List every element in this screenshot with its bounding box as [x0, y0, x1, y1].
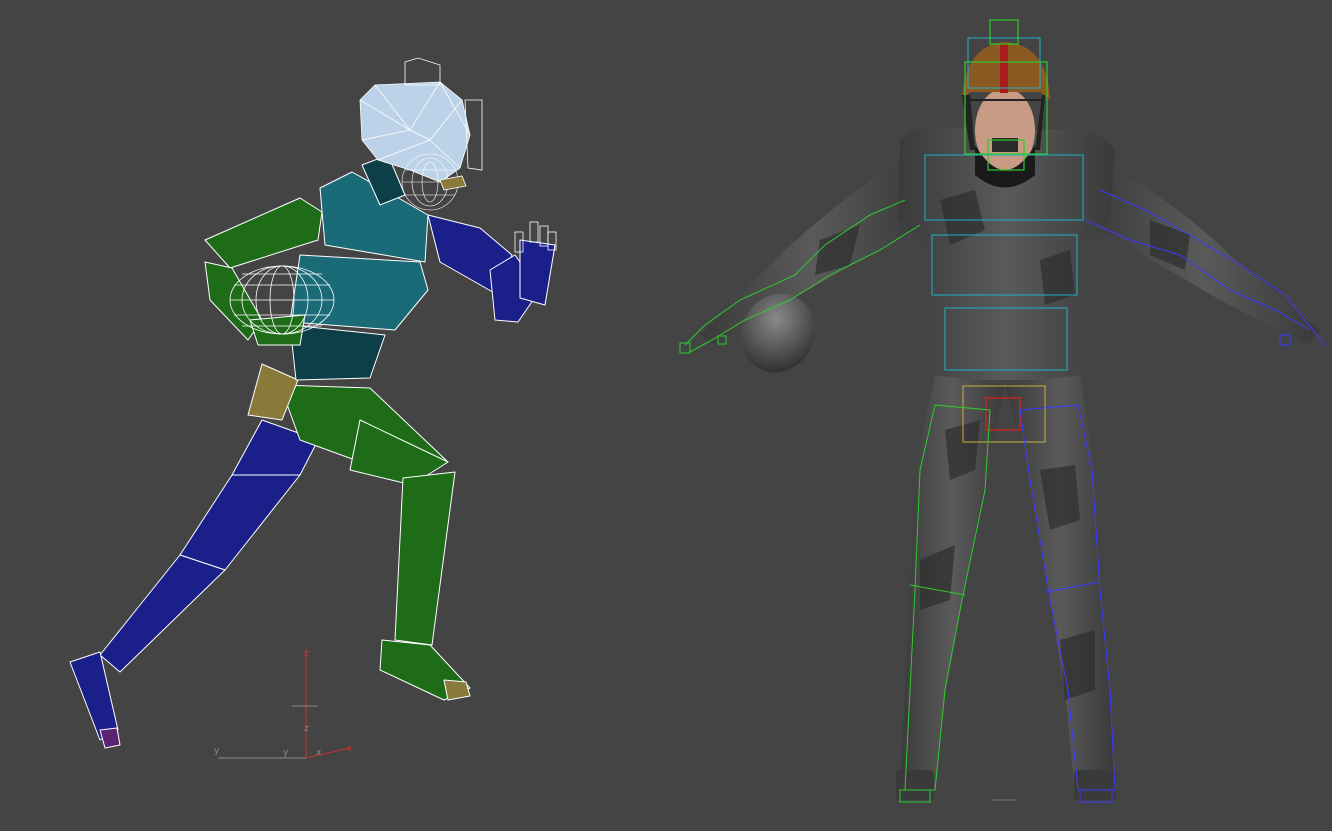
3d-viewport[interactable]: z z y y x x — [0, 0, 1332, 831]
helmet-stripe — [1000, 43, 1008, 93]
player-tpose-figure[interactable] — [0, 0, 1332, 831]
player-body[interactable] — [700, 126, 1320, 800]
